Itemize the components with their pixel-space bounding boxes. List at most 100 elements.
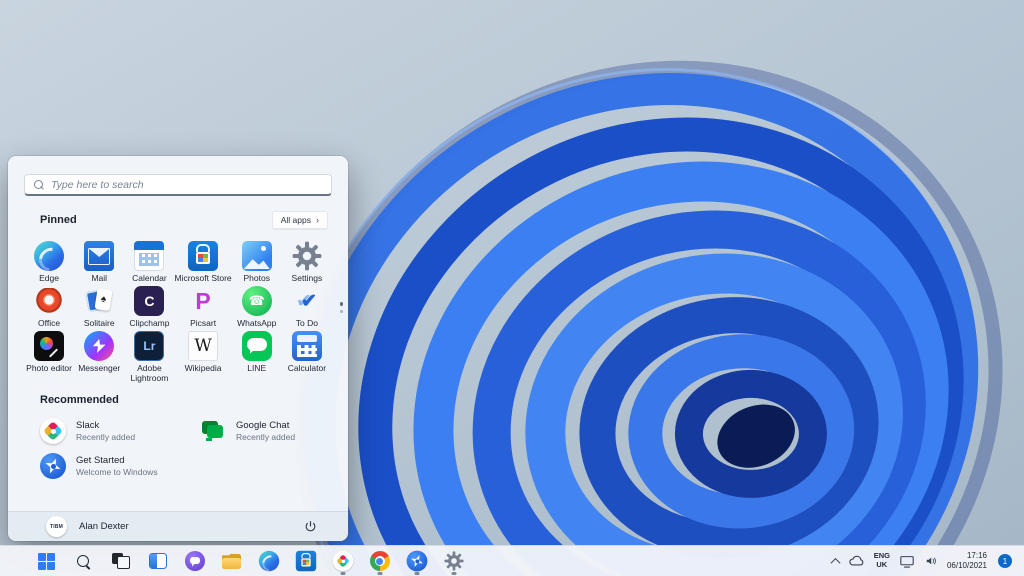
taskbar-store-button[interactable] <box>287 546 324 576</box>
pinned-app-microsoft-store[interactable]: Microsoft Store <box>175 238 232 283</box>
recommended-title: Slack <box>76 420 100 431</box>
pinned-app-label: Photo editor <box>26 363 72 373</box>
all-apps-button[interactable]: All apps <box>271 211 328 229</box>
pinned-app-adobe-lightroom[interactable]: Adobe Lightroom <box>124 328 174 383</box>
recommended-subtitle: Recently added <box>76 432 136 442</box>
network-icon[interactable] <box>899 555 915 568</box>
chrome-icon <box>369 551 390 571</box>
avatar[interactable]: TIBM <box>46 516 67 537</box>
pinned-app-photo-editor[interactable]: Photo editor <box>24 328 74 373</box>
office-icon <box>34 286 64 316</box>
recommended-list: Slack Recently added Google Chat Recentl… <box>24 417 332 480</box>
messenger-icon <box>84 331 115 361</box>
gear-icon <box>443 551 464 571</box>
start-button[interactable] <box>28 546 65 576</box>
pinned-app-whatsapp[interactable]: WhatsApp <box>232 283 282 328</box>
pinned-app-photos[interactable]: Photos <box>232 238 282 283</box>
file-explorer-button[interactable] <box>213 546 250 576</box>
language-line2: UK <box>876 560 888 569</box>
start-menu: Pinned All apps Edge Mail Calendar Micro… <box>8 156 348 541</box>
task-view-button[interactable] <box>102 546 139 576</box>
pinned-app-calculator[interactable]: Calculator <box>282 328 332 373</box>
calculator-icon <box>291 331 322 361</box>
clock[interactable]: 17:16 06/10/2021 <box>947 551 987 572</box>
volume-icon[interactable] <box>924 555 938 567</box>
pinned-app-label: Calculator <box>287 363 327 373</box>
chat-button[interactable] <box>176 546 213 576</box>
recommended-subtitle: Welcome to Windows <box>76 467 158 477</box>
power-button[interactable] <box>298 516 322 538</box>
clipchamp-icon <box>134 286 165 316</box>
page-dot <box>339 309 343 313</box>
time-text: 17:16 <box>966 550 987 560</box>
chevron-right-icon <box>316 215 319 225</box>
taskbar-edge-button[interactable] <box>250 546 287 576</box>
whatsapp-icon <box>241 286 272 316</box>
pinned-app-line[interactable]: LINE <box>232 328 282 373</box>
google-chat-icon <box>200 418 226 444</box>
taskbar-settings-button[interactable] <box>435 546 472 576</box>
taskbar-search-button[interactable] <box>65 546 102 576</box>
todo-check-icon <box>292 286 322 316</box>
pinned-app-solitaire[interactable]: Solitaire <box>74 283 124 328</box>
pinned-app-messenger[interactable]: Messenger <box>74 328 124 373</box>
pinned-apps-grid: Edge Mail Calendar Microsoft Store Photo… <box>24 238 332 383</box>
pinned-app-label: LINE <box>247 363 267 373</box>
pinned-app-label: Messenger <box>78 363 121 373</box>
pinned-page-indicator[interactable] <box>339 302 343 313</box>
microsoft-store-icon <box>188 241 219 271</box>
system-tray: ENG UK 17:16 06/10/2021 1 <box>830 551 1016 572</box>
gear-icon <box>292 241 322 271</box>
pinned-app-label: Adobe Lightroom <box>130 363 169 383</box>
user-name[interactable]: Alan Dexter <box>79 521 129 532</box>
power-icon <box>305 521 315 532</box>
task-view-icon <box>111 553 130 569</box>
widgets-button[interactable] <box>139 546 176 576</box>
pinned-app-wikipedia[interactable]: Wikipedia <box>175 328 232 373</box>
start-search-box[interactable] <box>24 174 332 196</box>
chat-bubble-icon <box>184 551 205 571</box>
recommended-item-google-chat[interactable]: Google Chat Recently added <box>200 417 332 445</box>
pinned-app-edge[interactable]: Edge <box>24 238 74 283</box>
wikipedia-icon <box>188 331 219 361</box>
recommended-title: Get Started <box>76 455 125 466</box>
onedrive-cloud-icon[interactable] <box>848 555 865 567</box>
date-text: 06/10/2021 <box>946 561 987 570</box>
tray-overflow-chevron-icon[interactable] <box>830 557 841 568</box>
pinned-app-picsart[interactable]: Picsart <box>175 283 232 328</box>
search-icon <box>76 554 91 569</box>
slack-icon <box>332 550 353 572</box>
pinned-app-office[interactable]: Office <box>24 283 74 328</box>
recommended-heading: Recommended <box>40 394 119 406</box>
pinned-app-calendar[interactable]: Calendar <box>124 238 174 283</box>
search-icon <box>34 179 44 190</box>
taskbar-chrome-button[interactable] <box>361 546 398 576</box>
search-input[interactable] <box>51 178 322 191</box>
pinned-app-mail[interactable]: Mail <box>74 238 124 283</box>
notification-badge[interactable]: 1 <box>998 554 1012 568</box>
taskbar-get-started-button[interactable] <box>398 546 435 576</box>
microsoft-store-icon <box>295 550 316 572</box>
pinned-app-todo[interactable]: To Do <box>282 283 332 328</box>
slack-icon <box>40 418 66 444</box>
recommended-item-slack[interactable]: Slack Recently added <box>40 417 200 445</box>
widgets-icon <box>148 553 167 569</box>
all-apps-label: All apps <box>280 215 311 225</box>
photo-editor-icon <box>34 331 65 361</box>
solitaire-cards-icon <box>84 286 114 316</box>
pinned-app-clipchamp[interactable]: Clipchamp <box>124 283 174 328</box>
pinned-app-label: Wikipedia <box>184 363 222 373</box>
line-icon <box>241 331 272 361</box>
mail-icon <box>84 241 115 271</box>
language-indicator[interactable]: ENG UK <box>874 552 890 569</box>
edge-icon <box>34 241 65 271</box>
page-dot-active <box>339 302 343 306</box>
edge-icon <box>258 550 279 572</box>
taskbar-slack-button[interactable] <box>324 546 361 576</box>
pinned-app-settings[interactable]: Settings <box>282 238 332 283</box>
recommended-item-get-started[interactable]: Get Started Welcome to Windows <box>40 452 200 480</box>
windows-logo-icon <box>38 552 56 570</box>
start-user-bar: TIBM Alan Dexter <box>8 511 348 541</box>
calendar-icon <box>134 241 165 271</box>
lightroom-icon <box>134 331 165 361</box>
